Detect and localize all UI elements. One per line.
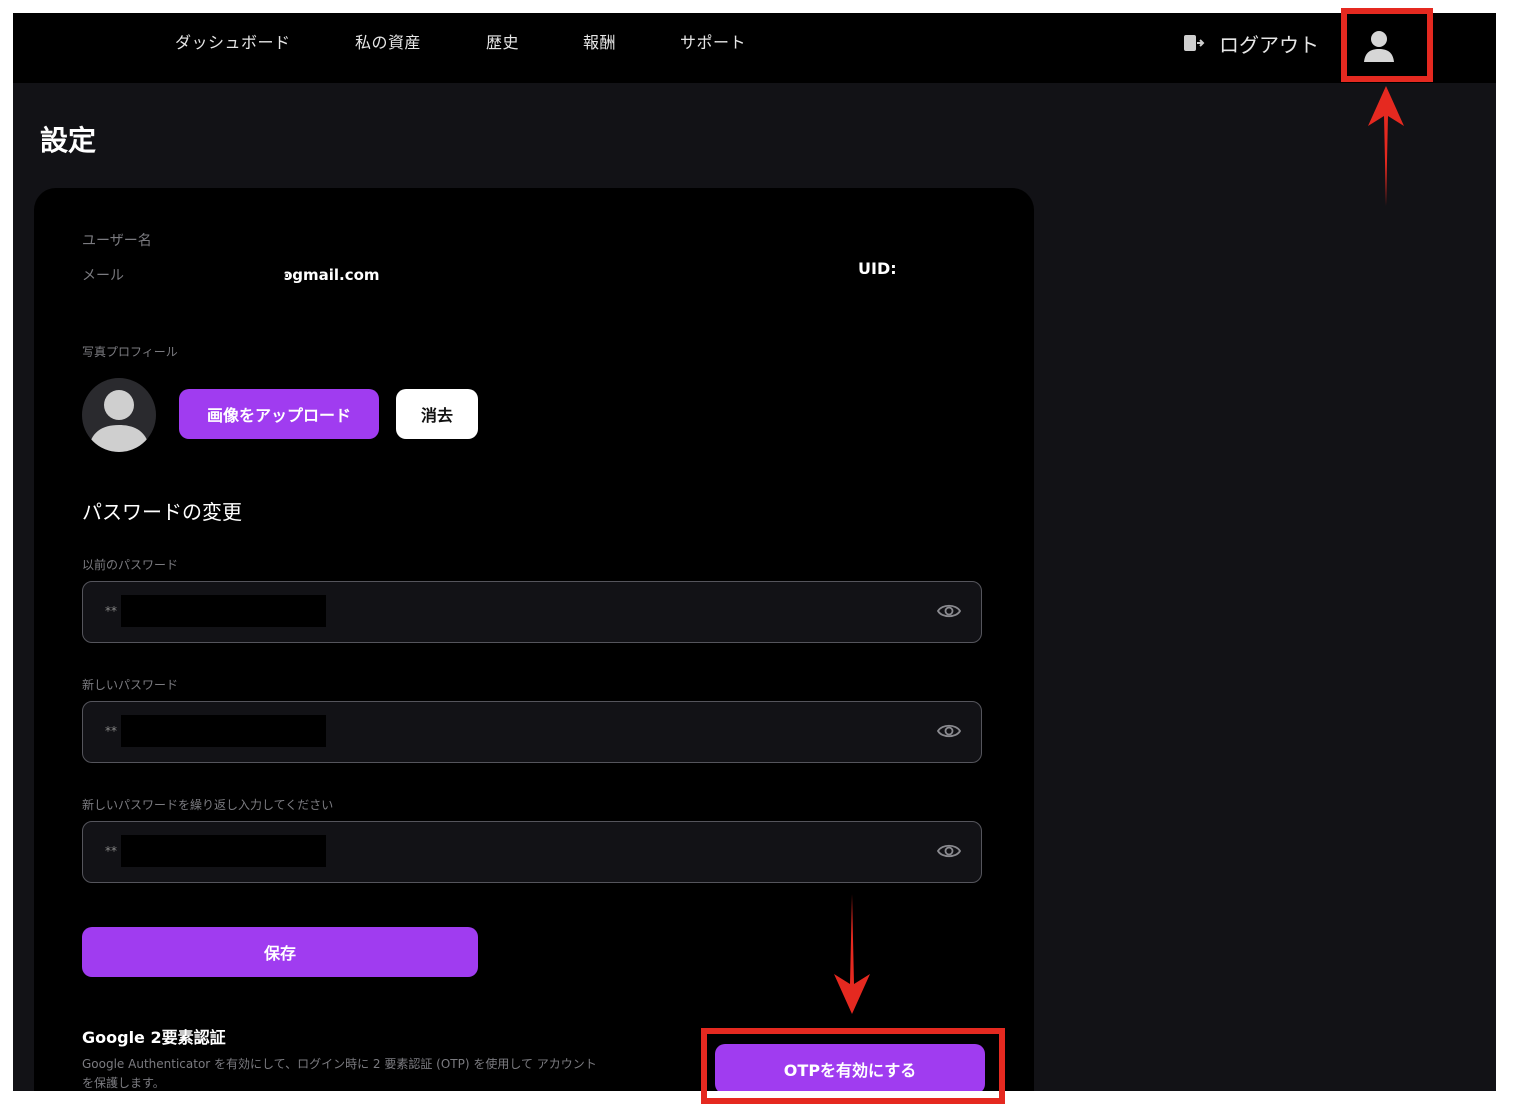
annotation-arrow-up-icon	[1368, 86, 1404, 206]
settings-card: ユーザー名 メール ͽgmail.com UID: 写真プロフィール 画像をアッ…	[34, 188, 1034, 1091]
email-label: メール	[82, 268, 124, 284]
otp-title: Google 2要素認証	[82, 1028, 226, 1047]
confirm-password-input[interactable]: **	[82, 821, 982, 883]
old-password-label: 以前のパスワード	[82, 558, 179, 572]
new-password-value: **	[105, 724, 117, 738]
user-icon	[1362, 28, 1396, 68]
nav-item-my-assets[interactable]: 私の資産	[355, 33, 421, 53]
nav-item-rewards[interactable]: 報酬	[583, 33, 616, 53]
enable-otp-button[interactable]: OTPを有効にする	[715, 1044, 985, 1091]
old-password-value: **	[105, 604, 117, 618]
save-password-button[interactable]: 保存	[82, 927, 478, 977]
user-silhouette-icon	[82, 378, 156, 452]
page-title: 設定	[40, 124, 97, 157]
logout-icon	[1183, 34, 1205, 52]
profile-avatar	[82, 378, 156, 452]
app-window: ダッシュボード 私の資産 歴史 報酬 サポート ログアウト 設定 ユーザー名 メ…	[13, 13, 1496, 1091]
old-password-input[interactable]: **	[82, 581, 982, 643]
annotation-arrow-down-icon	[834, 894, 870, 1014]
logout-label: ログアウト	[1219, 32, 1319, 57]
new-password-input[interactable]: **	[82, 701, 982, 763]
redaction-block	[121, 595, 326, 627]
logout-button[interactable]: ログアウト	[1183, 30, 1319, 57]
eye-icon[interactable]	[936, 842, 962, 864]
email-value: ͽgmail.com	[284, 266, 380, 284]
change-password-heading: パスワードの変更	[82, 500, 242, 524]
profile-photo-label: 写真プロフィール	[82, 345, 178, 359]
upload-image-button[interactable]: 画像をアップロード	[179, 389, 379, 439]
nav-item-dashboard[interactable]: ダッシュボード	[175, 33, 291, 53]
otp-description: Google Authenticator を有効にして、ログイン時に 2 要素認…	[82, 1057, 597, 1090]
top-navigation-bar: ダッシュボード 私の資産 歴史 報酬 サポート ログアウト	[13, 13, 1496, 83]
uid-label: UID:	[858, 259, 897, 278]
user-avatar-button[interactable]	[1356, 25, 1402, 71]
nav-item-support[interactable]: サポート	[680, 33, 746, 53]
redaction-block	[121, 835, 326, 867]
nav-item-history[interactable]: 歴史	[486, 33, 519, 53]
confirm-password-label: 新しいパスワードを繰り返し入力してください	[82, 798, 334, 812]
delete-image-button[interactable]: 消去	[396, 389, 478, 439]
new-password-label: 新しいパスワード	[82, 678, 179, 692]
eye-icon[interactable]	[936, 602, 962, 624]
eye-icon[interactable]	[936, 722, 962, 744]
confirm-password-value: **	[105, 844, 117, 858]
redaction-block	[121, 715, 326, 747]
username-label: ユーザー名	[82, 233, 152, 249]
